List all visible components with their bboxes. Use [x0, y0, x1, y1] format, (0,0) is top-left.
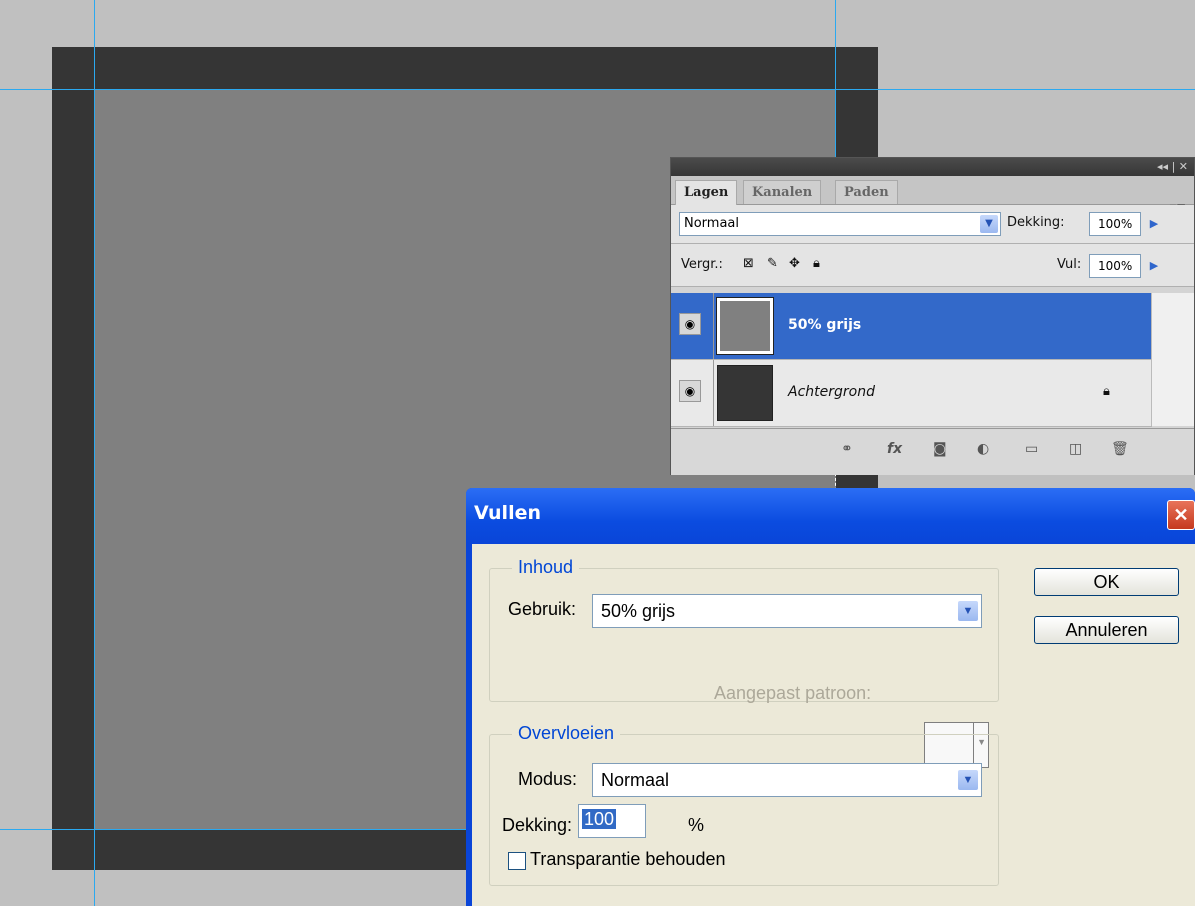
- opacity-arrow-icon[interactable]: ▶: [1147, 213, 1161, 235]
- use-label: Gebruik:: [508, 599, 577, 619]
- lock-row: Vergr.: ⊠ ✎ ✥ 🔒︎ Vul: 100% ▶: [671, 244, 1194, 287]
- chevron-down-icon[interactable]: ▼: [958, 601, 978, 621]
- opacity-label: Dekking:: [502, 815, 573, 835]
- lock-icon: 🔒︎: [1103, 384, 1110, 399]
- opacity-value: 100: [582, 809, 617, 829]
- eye-icon[interactable]: ◉: [679, 313, 701, 335]
- fx-icon[interactable]: fx: [887, 441, 902, 457]
- guide-horizontal: [0, 89, 1195, 90]
- cancel-button[interactable]: Annuleren: [1034, 616, 1179, 644]
- opacity-label: Dekking:: [1007, 215, 1065, 230]
- tab-lagen[interactable]: Lagen: [675, 180, 738, 205]
- tab-kanalen[interactable]: Kanalen: [743, 180, 822, 204]
- guide-horizontal: [0, 829, 470, 830]
- mask-icon[interactable]: ◙: [933, 441, 947, 457]
- dialog-body: Inhoud Gebruik: 50% grijs ▼ Aangepast pa…: [472, 544, 1195, 906]
- chevron-down-icon[interactable]: ▼: [958, 770, 978, 790]
- layers-panel: ◂◂ | ✕ Lagen Kanalen Paden ▾≡ Normaal ▼ …: [670, 157, 1195, 475]
- fill-label: Vul:: [1057, 257, 1082, 272]
- mode-select[interactable]: Normaal ▼: [592, 763, 982, 797]
- lock-transparent-icon[interactable]: ⊠: [743, 256, 754, 271]
- contents-group-label: Inhoud: [512, 557, 580, 578]
- blending-group-label: Overvloeien: [512, 723, 621, 744]
- layer-name[interactable]: Achtergrond: [788, 384, 875, 400]
- blend-mode-value: Normaal: [684, 216, 740, 231]
- percent-sign: %: [688, 815, 705, 835]
- guide-vertical: [94, 0, 95, 906]
- mode-value: Normaal: [601, 770, 670, 790]
- ok-button[interactable]: OK: [1034, 568, 1179, 596]
- trash-icon[interactable]: 🗑︎: [1111, 441, 1129, 457]
- panel-tabs: Lagen Kanalen Paden ▾≡: [671, 176, 1194, 214]
- dialog-title: Vullen: [474, 502, 541, 524]
- lock-move-icon[interactable]: ✥: [789, 256, 800, 271]
- mode-label: Modus:: [518, 769, 578, 789]
- new-layer-icon[interactable]: ◫: [1069, 441, 1082, 457]
- dialog-titlebar[interactable]: Vullen ✕: [466, 488, 1195, 544]
- adjustment-icon[interactable]: ◐: [977, 441, 989, 457]
- blend-row: Normaal ▼ Dekking: 100% ▶: [671, 205, 1194, 244]
- blend-mode-select[interactable]: Normaal ▼: [679, 212, 1001, 236]
- close-button[interactable]: ✕: [1167, 500, 1195, 530]
- guide-vertical: [835, 0, 836, 160]
- lock-label: Vergr.:: [681, 257, 723, 272]
- folder-icon[interactable]: ▭: [1025, 441, 1038, 457]
- lock-all-icon[interactable]: 🔒︎: [813, 256, 820, 271]
- layer-row[interactable]: ◉ 50% grijs: [671, 293, 1152, 360]
- panel-bottom-bar: ⚭ fx ◙ ◐ ▭ ◫ 🗑︎: [671, 428, 1194, 475]
- opacity-input[interactable]: 100%: [1089, 212, 1141, 236]
- panel-titlebar[interactable]: ◂◂ | ✕: [671, 158, 1194, 176]
- preserve-transparency-label[interactable]: Transparantie behouden: [530, 849, 725, 870]
- custom-pattern-label: Aangepast patroon:: [714, 683, 872, 703]
- use-select[interactable]: 50% grijs ▼: [592, 594, 982, 628]
- visibility-column: ◉: [671, 360, 714, 426]
- fill-input[interactable]: 100%: [1089, 254, 1141, 278]
- contents-group: Inhoud Gebruik: 50% grijs ▼ Aangepast pa…: [489, 557, 999, 703]
- fill-dialog: Vullen ✕ Inhoud Gebruik: 50% grijs ▼ Aan…: [466, 488, 1195, 906]
- opacity-input[interactable]: 100: [578, 804, 646, 838]
- layer-thumbnail: [716, 297, 774, 355]
- use-value: 50% grijs: [601, 601, 676, 621]
- link-icon[interactable]: ⚭: [841, 441, 853, 457]
- fill-arrow-icon[interactable]: ▶: [1147, 255, 1161, 277]
- eye-icon[interactable]: ◉: [679, 380, 701, 402]
- preserve-transparency-checkbox[interactable]: [508, 852, 526, 870]
- collapse-close-icon[interactable]: ◂◂ | ✕: [1157, 160, 1188, 173]
- layer-thumbnail: [717, 365, 773, 421]
- layer-row[interactable]: ◉ Achtergrond 🔒︎: [671, 360, 1152, 427]
- lock-paint-icon[interactable]: ✎: [767, 256, 778, 271]
- chevron-down-icon[interactable]: ▼: [980, 215, 998, 233]
- layer-name[interactable]: 50% grijs: [788, 317, 861, 333]
- visibility-column: ◉: [671, 293, 714, 359]
- tab-paden[interactable]: Paden: [835, 180, 898, 204]
- layers-scrollbar[interactable]: [1151, 293, 1194, 426]
